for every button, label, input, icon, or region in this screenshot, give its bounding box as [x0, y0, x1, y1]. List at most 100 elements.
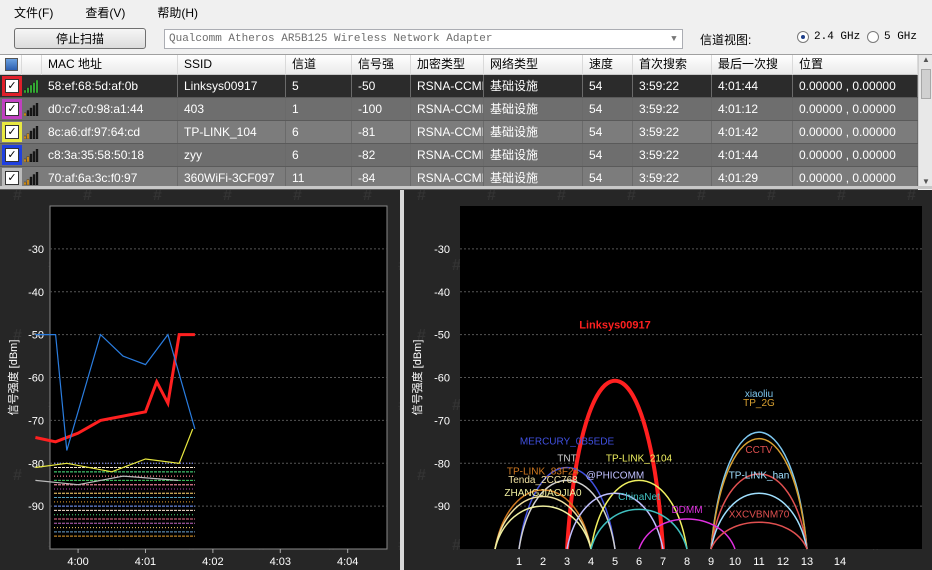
scrollbar-thumb[interactable] [921, 69, 931, 99]
menu-help[interactable]: 帮助(H) [151, 2, 204, 23]
table-row[interactable]: ✓ 8c:a6:df:97:64:cd TP-LINK_104 6 -81 RSNA-CC… [0, 121, 918, 144]
y-tick-label: -30 [434, 244, 450, 256]
background-hash-mark: # [697, 190, 706, 204]
y-tick-label: -50 [434, 330, 450, 342]
x-tick-label: 12 [777, 556, 789, 568]
x-tick-label: 10 [729, 556, 741, 568]
signal-icon-header [22, 55, 42, 75]
menu-file[interactable]: 文件(F) [8, 2, 59, 23]
band-24ghz-label: 2.4 GHz [814, 31, 861, 43]
signal-bar [29, 130, 33, 139]
adapter-select-value: Qualcomm Atheros AR5B125 Wireless Networ… [169, 33, 493, 45]
cell-last-seen: 4:01:42 [712, 121, 793, 143]
cell-mac: c8:3a:35:58:50:18 [42, 144, 178, 166]
background-hash-mark: # [13, 190, 22, 204]
background-hash-mark: # [907, 190, 916, 204]
signal-bar [35, 103, 39, 116]
band-5ghz-radio[interactable]: 5 GHz [867, 31, 917, 43]
cell-mac: d0:c7:c0:98:a1:44 [42, 98, 178, 120]
signal-bar [26, 156, 30, 162]
row-color-checkbox[interactable]: ✓ [2, 76, 22, 96]
network-label: DDMM [671, 505, 702, 516]
signal-bar [32, 105, 36, 116]
y-tick-label: -80 [28, 458, 44, 470]
column-header-channel[interactable]: 信道 [286, 55, 352, 75]
row-color-checkbox[interactable]: ✓ [2, 168, 22, 188]
signal-bar [29, 153, 33, 162]
x-tick-label: 1 [516, 556, 522, 568]
cell-signal: -82 [352, 144, 411, 166]
cell-last-seen: 4:01:12 [712, 98, 793, 120]
y-tick-label: -90 [28, 501, 44, 513]
stop-scan-button[interactable]: 停止扫描 [14, 28, 146, 49]
table-row[interactable]: ✓ 58:ef:68:5d:af:0b Linksys00917 5 -50 RSNA-C… [0, 75, 918, 98]
cell-first-seen: 3:59:22 [633, 144, 712, 166]
column-header-network-type[interactable]: 网络类型 [484, 55, 583, 75]
x-tick-label: 4 [588, 556, 594, 568]
cell-channel: 6 [286, 121, 352, 143]
column-header-first-seen[interactable]: 首次搜索 [633, 55, 712, 75]
checkmark-icon[interactable]: ✓ [5, 125, 19, 139]
select-all-header[interactable] [0, 55, 22, 75]
background-hash-mark: # [837, 190, 846, 204]
cell-security: RSNA-CCMP [411, 121, 484, 143]
menu-view[interactable]: 查看(V) [79, 2, 131, 23]
column-header-security[interactable]: 加密类型 [411, 55, 484, 75]
radio-selected-icon[interactable] [797, 31, 809, 43]
band-24ghz-radio[interactable]: 2.4 GHz [797, 31, 860, 43]
chevron-down-icon[interactable]: ▼ [666, 30, 682, 48]
table-horizontal-scrollbar[interactable] [0, 186, 932, 189]
checkmark-icon[interactable]: ✓ [5, 79, 19, 93]
signal-strength-icon [24, 172, 39, 185]
y-tick-label: -70 [28, 415, 44, 427]
cell-last-seen: 4:01:44 [712, 144, 793, 166]
scroll-up-icon[interactable]: ▲ [919, 55, 932, 67]
row-color-checkbox[interactable]: ✓ [2, 145, 22, 165]
cell-speed: 54 [583, 121, 633, 143]
row-color-checkbox[interactable]: ✓ [2, 122, 22, 142]
x-tick-label: 5 [612, 556, 618, 568]
column-header-location[interactable]: 位置 [793, 55, 918, 75]
y-tick-label: -70 [434, 415, 450, 427]
row-color-checkbox[interactable]: ✓ [2, 99, 22, 119]
y-tick-label: -60 [434, 373, 450, 385]
radio-unselected-icon[interactable] [867, 31, 879, 43]
background-hash-mark: # [487, 190, 496, 204]
network-label: ChinaNet [618, 492, 660, 503]
checkmark-icon[interactable]: ✓ [5, 148, 19, 162]
x-tick-label: 11 [753, 556, 764, 568]
signal-bar [35, 126, 39, 139]
y-tick-label: -30 [28, 244, 44, 256]
background-hash-mark: # [363, 190, 372, 204]
x-tick-label: 4:01 [135, 556, 156, 568]
cell-first-seen: 3:59:22 [633, 98, 712, 120]
network-label: MERCURY_0B5EDE [520, 436, 615, 447]
checkmark-icon[interactable]: ✓ [5, 171, 19, 185]
column-header-speed[interactable]: 速度 [583, 55, 633, 75]
table-vertical-scrollbar[interactable]: ▲ ▼ [918, 55, 932, 189]
cell-location: 0.00000 , 0.00000 [793, 98, 918, 120]
network-label: CCTV [745, 445, 773, 456]
table-row[interactable]: ✓ c8:3a:35:58:50:18 zyy 6 -82 RSNA-CCMP 基础设施 54… [0, 144, 918, 167]
network-label: TNT [557, 454, 576, 465]
adapter-select[interactable]: Qualcomm Atheros AR5B125 Wireless Networ… [164, 29, 683, 49]
column-header-ssid[interactable]: SSID [178, 55, 286, 75]
network-label: ZHANGJIAOJIA0 [504, 488, 582, 499]
x-tick-label: 4:02 [202, 556, 223, 568]
signal-bar [32, 128, 36, 139]
table-row[interactable]: ✓ d0:c7:c0:98:a1:44 403 1 -100 RSNA-CCMP 基础设施 5… [0, 98, 918, 121]
column-header-mac[interactable]: MAC 地址 [42, 55, 178, 75]
checkmark-icon[interactable]: ✓ [5, 102, 19, 116]
y-axis-label: 信号强度 [dBm] [6, 340, 20, 416]
column-header-last-seen[interactable]: 最后一次搜 [712, 55, 793, 75]
signal-time-chart: ####################################-30-… [6, 187, 407, 568]
signal-bar [32, 82, 36, 93]
signal-bar [29, 107, 33, 116]
signal-strength-icon [24, 149, 39, 162]
select-all-checkbox[interactable] [5, 58, 18, 71]
signal-bar [24, 112, 27, 116]
x-tick-label: 7 [660, 556, 666, 568]
column-header-signal[interactable]: 信号强 [352, 55, 411, 75]
cell-signal: -81 [352, 121, 411, 143]
x-tick-label: 9 [708, 556, 714, 568]
